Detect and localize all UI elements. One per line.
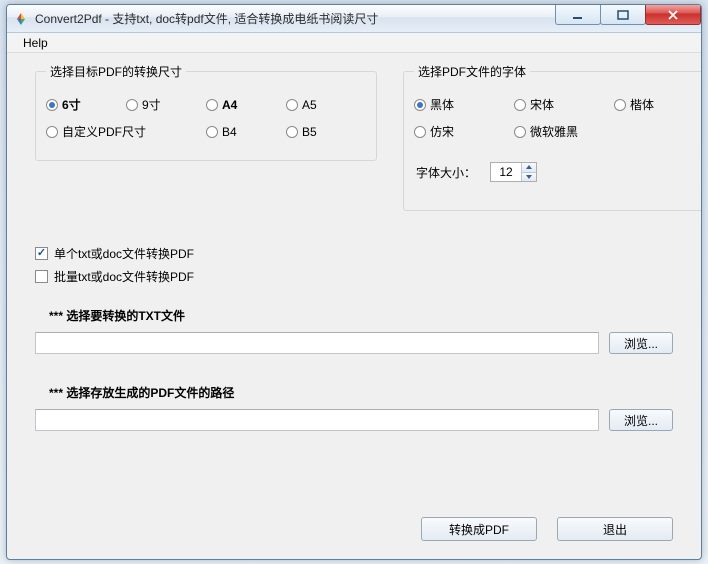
titlebar[interactable]: Convert2Pdf - 支持txt, doc转pdf文件, 适合转换成电纸书… (7, 5, 701, 33)
radio-icon (414, 99, 426, 111)
heading-input-file: *** 选择要转换的TXT文件 (49, 307, 673, 324)
checkbox-single-file-label: 单个txt或doc文件转换PDF (54, 245, 194, 262)
radio-font-msyh[interactable]: 微软雅黑 (514, 123, 614, 140)
radio-b4[interactable]: B4 (206, 123, 286, 140)
radio-icon (414, 126, 426, 138)
radio-icon (206, 99, 218, 111)
radio-label: 仿宋 (430, 123, 454, 140)
menu-help[interactable]: Help (15, 34, 56, 52)
button-label: 浏览... (624, 412, 658, 429)
button-label: 转换成PDF (449, 521, 509, 538)
font-size-spinner[interactable]: 12 (490, 162, 537, 182)
font-size-value: 12 (491, 163, 521, 181)
client-area: 选择目标PDF的转换尺寸 6寸 9寸 A4 (9, 53, 699, 557)
minimize-button[interactable] (555, 5, 601, 25)
spinner-up-button[interactable] (522, 163, 536, 172)
radio-icon (514, 126, 526, 138)
radio-label: B5 (302, 125, 317, 139)
radio-a4[interactable]: A4 (206, 96, 286, 113)
button-label: 浏览... (624, 335, 658, 352)
radio-label: A5 (302, 98, 317, 112)
group-pdf-font-legend: 选择PDF文件的字体 (414, 63, 530, 80)
convert-button[interactable]: 转换成PDF (421, 517, 537, 541)
radio-b5[interactable]: B5 (286, 123, 366, 140)
spinner-down-button[interactable] (522, 172, 536, 182)
window-title: Convert2Pdf - 支持txt, doc转pdf文件, 适合转换成电纸书… (35, 10, 378, 27)
radio-font-songti[interactable]: 宋体 (514, 96, 614, 113)
exit-button[interactable]: 退出 (557, 517, 673, 541)
radio-icon (514, 99, 526, 111)
radio-label: 自定义PDF尺寸 (62, 123, 146, 140)
radio-font-fangsong[interactable]: 仿宋 (414, 123, 514, 140)
browse-input-button[interactable]: 浏览... (609, 332, 673, 354)
radio-custom-size[interactable]: 自定义PDF尺寸 (46, 123, 206, 140)
radio-9inch[interactable]: 9寸 (126, 96, 206, 113)
radio-label: A4 (222, 98, 237, 112)
radio-label: 黑体 (430, 96, 454, 113)
checkbox-single-file[interactable] (35, 247, 48, 260)
checkbox-batch-files[interactable] (35, 270, 48, 283)
group-pdf-size-legend: 选择目标PDF的转换尺寸 (46, 63, 186, 80)
button-label: 退出 (603, 521, 627, 538)
radio-label: 宋体 (530, 96, 554, 113)
chevron-down-icon (526, 175, 532, 179)
radio-icon (286, 99, 298, 111)
radio-icon (614, 99, 626, 111)
input-txt-path[interactable] (35, 332, 599, 354)
menubar: Help (7, 33, 701, 53)
heading-output-path: *** 选择存放生成的PDF文件的路径 (49, 384, 673, 401)
radio-label: 楷体 (630, 96, 654, 113)
radio-label: B4 (222, 125, 237, 139)
radio-icon (46, 99, 58, 111)
radio-label: 9寸 (142, 96, 161, 113)
radio-6inch[interactable]: 6寸 (46, 96, 126, 113)
chevron-up-icon (526, 165, 532, 169)
radio-icon (126, 99, 138, 111)
browse-output-button[interactable]: 浏览... (609, 409, 673, 431)
radio-font-heiti[interactable]: 黑体 (414, 96, 514, 113)
group-pdf-size: 选择目标PDF的转换尺寸 6寸 9寸 A4 (35, 71, 377, 161)
close-button[interactable] (645, 5, 701, 25)
group-pdf-font: 选择PDF文件的字体 黑体 宋体 楷体 (403, 71, 702, 211)
font-size-label: 字体大小： (416, 164, 476, 181)
application-window: Convert2Pdf - 支持txt, doc转pdf文件, 适合转换成电纸书… (6, 4, 702, 560)
radio-icon (286, 126, 298, 138)
radio-label: 6寸 (62, 96, 81, 113)
radio-icon (206, 126, 218, 138)
maximize-button[interactable] (600, 5, 646, 25)
radio-a5[interactable]: A5 (286, 96, 366, 113)
window-controls (556, 5, 701, 25)
radio-icon (46, 126, 58, 138)
radio-font-kaiti[interactable]: 楷体 (614, 96, 702, 113)
checkbox-batch-files-label: 批量txt或doc文件转换PDF (54, 268, 194, 285)
input-output-path[interactable] (35, 409, 599, 431)
app-icon (13, 11, 29, 27)
radio-label: 微软雅黑 (530, 123, 578, 140)
